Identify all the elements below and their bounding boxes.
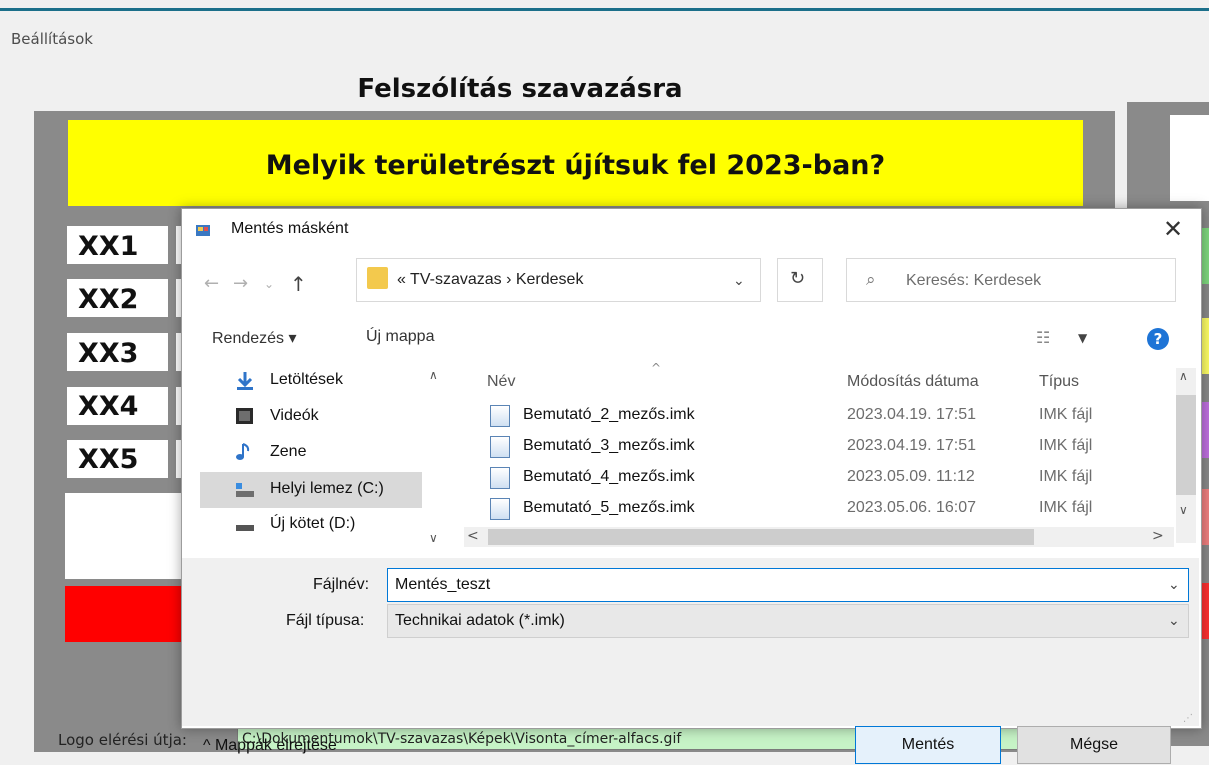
filetype-value[interactable]: Technikai adatok (*.imk) bbox=[395, 612, 565, 630]
drive-icon bbox=[236, 525, 254, 531]
nav-item-new-volume[interactable]: Új kötet (D:) bbox=[270, 515, 355, 533]
option-label-2: XX2 bbox=[78, 284, 139, 315]
logo-path-label: Logo elérési útja: bbox=[58, 731, 187, 749]
option-label-4: XX4 bbox=[78, 391, 139, 422]
recent-locations-icon[interactable]: ⌄ bbox=[264, 277, 274, 291]
page-heading: Felszólítás szavazásra bbox=[357, 74, 683, 104]
drive-icon bbox=[236, 483, 254, 497]
view-options-icon[interactable]: ☷ bbox=[1036, 328, 1050, 347]
nav-scroll-down-icon[interactable]: ∨ bbox=[429, 531, 438, 545]
save-dialog-icon bbox=[196, 225, 210, 236]
nav-item-downloads[interactable]: Letöltések bbox=[270, 371, 343, 389]
refresh-icon: ↻ bbox=[790, 268, 806, 289]
file-type: IMK fájl bbox=[1039, 437, 1093, 454]
nav-item-music[interactable]: Zene bbox=[270, 443, 306, 461]
filename-input[interactable] bbox=[387, 568, 1189, 602]
folder-icon bbox=[367, 267, 388, 289]
option-label-1: XX1 bbox=[78, 231, 139, 262]
dialog-title: Mentés másként bbox=[231, 220, 349, 237]
scroll-down-icon[interactable]: ∨ bbox=[1179, 503, 1188, 517]
file-name[interactable]: Bemutató_2_mezős.imk bbox=[523, 406, 695, 424]
file-type: IMK fájl bbox=[1039, 468, 1093, 485]
music-icon bbox=[236, 443, 250, 460]
scroll-right-icon[interactable]: > bbox=[1152, 528, 1164, 544]
vertical-scroll-thumb[interactable] bbox=[1176, 395, 1196, 495]
file-name[interactable]: Bemutató_3_mezős.imk bbox=[523, 437, 695, 455]
view-dropdown-icon[interactable]: ▼ bbox=[1078, 331, 1087, 345]
question-text: Melyik területrészt újítsuk fel 2023-ban… bbox=[265, 150, 886, 181]
filename-value[interactable]: Mentés_teszt bbox=[395, 576, 490, 594]
chevron-down-icon[interactable]: ⌄ bbox=[1168, 613, 1180, 629]
file-icon bbox=[490, 498, 510, 520]
column-type[interactable]: Típus bbox=[1039, 373, 1079, 391]
resize-grip-icon[interactable]: ⋰ bbox=[1183, 713, 1193, 724]
column-name[interactable]: Név bbox=[487, 373, 515, 391]
horizontal-scroll-thumb[interactable] bbox=[488, 529, 1034, 545]
window-title: Beállítások bbox=[11, 30, 93, 48]
chevron-down-icon[interactable]: ⌄ bbox=[1168, 577, 1180, 593]
video-icon bbox=[236, 408, 253, 424]
nav-item-videos[interactable]: Videók bbox=[270, 407, 319, 425]
hide-folders-button[interactable]: ^ Mappák elrejtése bbox=[203, 737, 337, 755]
right-white-area bbox=[1170, 115, 1209, 201]
file-name[interactable]: Bemutató_5_mezős.imk bbox=[523, 499, 695, 517]
file-type: IMK fájl bbox=[1039, 499, 1093, 516]
column-modified[interactable]: Módosítás dátuma bbox=[847, 373, 979, 391]
sort-up-icon: ^ bbox=[651, 361, 662, 375]
file-icon bbox=[490, 436, 510, 458]
option-label-5: XX5 bbox=[78, 444, 139, 475]
search-placeholder: Keresés: Kerdesek bbox=[906, 272, 1042, 289]
filename-label: Fájlnév: bbox=[313, 576, 370, 593]
window-top-border bbox=[0, 8, 1209, 11]
scroll-up-icon[interactable]: ∧ bbox=[1179, 369, 1188, 383]
up-arrow-icon[interactable]: ↑ bbox=[290, 272, 307, 296]
red-status-box bbox=[65, 586, 195, 642]
scroll-left-icon[interactable]: < bbox=[467, 528, 479, 544]
search-icon: ⌕ bbox=[866, 270, 876, 290]
nav-item-local-disk[interactable]: Helyi lemez (C:) bbox=[270, 480, 384, 498]
help-button[interactable]: ? bbox=[1147, 328, 1169, 350]
chevron-down-icon[interactable]: ⌄ bbox=[733, 273, 745, 289]
file-date: 2023.05.06. 16:07 bbox=[847, 499, 977, 516]
save-button[interactable]: Mentés bbox=[855, 726, 1001, 764]
file-date: 2023.04.19. 17:51 bbox=[847, 437, 977, 454]
file-date: 2023.05.09. 11:12 bbox=[847, 468, 975, 485]
back-arrow-icon[interactable]: ← bbox=[204, 273, 219, 294]
breadcrumb[interactable]: « TV-szavazas › Kerdesek bbox=[397, 271, 583, 289]
option-label-3: XX3 bbox=[78, 338, 139, 369]
organize-button[interactable]: Rendezés ▾ bbox=[212, 328, 297, 348]
filetype-label: Fájl típusa: bbox=[286, 612, 365, 629]
nav-scroll-up-icon[interactable]: ∧ bbox=[429, 368, 438, 382]
new-folder-button[interactable]: Új mappa bbox=[366, 328, 434, 346]
file-name[interactable]: Bemutató_4_mezős.imk bbox=[523, 468, 695, 486]
file-type: IMK fájl bbox=[1039, 406, 1093, 423]
download-icon bbox=[237, 372, 253, 390]
cancel-button[interactable]: Mégse bbox=[1017, 726, 1171, 764]
file-icon bbox=[490, 467, 510, 489]
close-icon[interactable]: ✕ bbox=[1163, 215, 1183, 243]
result-area bbox=[65, 493, 195, 579]
file-icon bbox=[490, 405, 510, 427]
file-date: 2023.04.19. 17:51 bbox=[847, 406, 977, 423]
forward-arrow-icon[interactable]: → bbox=[233, 273, 248, 294]
